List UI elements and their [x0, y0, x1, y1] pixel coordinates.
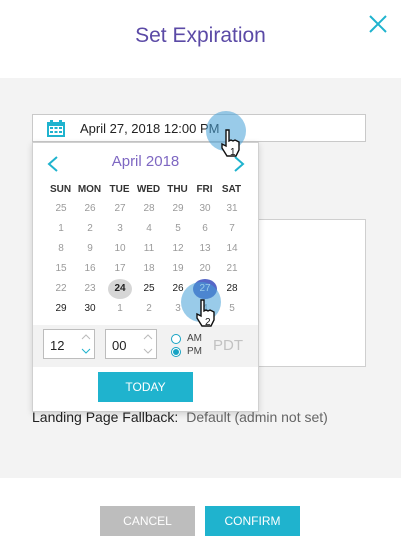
- calendar-day[interactable]: 1: [49, 219, 73, 239]
- calendar-day[interactable]: 30: [78, 299, 102, 319]
- calendar-day[interactable]: 6: [193, 219, 217, 239]
- pm-radio[interactable]: [171, 347, 181, 357]
- calendar-day[interactable]: 17: [108, 259, 132, 279]
- calendar-day[interactable]: 4: [137, 219, 161, 239]
- calendar-day[interactable]: 5: [220, 299, 244, 319]
- calendar-day[interactable]: 20: [193, 259, 217, 279]
- hour-value: 12: [50, 338, 65, 353]
- expiration-date-value: April 27, 2018 12:00 PM: [80, 121, 220, 136]
- weekday-label: WED: [136, 184, 161, 195]
- calendar-day[interactable]: 25: [49, 199, 73, 219]
- am-radio[interactable]: [171, 334, 181, 344]
- calendar-day[interactable]: 2: [137, 299, 161, 319]
- weekday-label: SAT: [221, 184, 242, 195]
- calendar-day[interactable]: 31: [220, 199, 244, 219]
- calendar-day[interactable]: 11: [137, 239, 161, 259]
- calendar-day[interactable]: 30: [193, 199, 217, 219]
- calendar-day[interactable]: 16: [78, 259, 102, 279]
- calendar-day[interactable]: 28: [137, 199, 161, 219]
- modal-footer: [0, 478, 401, 560]
- calendar-day[interactable]: 25: [137, 279, 161, 299]
- minute-stepper[interactable]: 00: [105, 329, 157, 359]
- calendar-day[interactable]: 29: [166, 199, 190, 219]
- weekday-label: MON: [77, 184, 102, 195]
- calendar-day[interactable]: 12: [166, 239, 190, 259]
- hand-cursor-icon: 1: [221, 129, 240, 158]
- calendar-day-today[interactable]: 24: [108, 279, 132, 299]
- calendar-day[interactable]: 26: [78, 199, 102, 219]
- am-label: AM: [187, 333, 202, 344]
- calendar-day[interactable]: 23: [78, 279, 102, 299]
- chevron-down-icon[interactable]: [81, 347, 91, 355]
- calendar-day[interactable]: 28: [220, 279, 244, 299]
- weekday-label: FRI: [196, 184, 213, 195]
- calendar-day[interactable]: 10: [108, 239, 132, 259]
- calendar-day[interactable]: 29: [49, 299, 73, 319]
- step-number: 2: [205, 317, 211, 328]
- calendar-day[interactable]: 15: [49, 259, 73, 279]
- date-picker: April 2018 SUN MON TUE WED THU FRI SAT 2…: [32, 142, 259, 412]
- weekday-label: TUE: [109, 184, 130, 195]
- calendar-day[interactable]: 9: [78, 239, 102, 259]
- calendar-day[interactable]: 22: [49, 279, 73, 299]
- calendar-icon: [47, 120, 65, 137]
- chevron-down-icon[interactable]: [143, 347, 153, 355]
- calendar-day[interactable]: 21: [220, 259, 244, 279]
- calendar-day[interactable]: 8: [49, 239, 73, 259]
- weekday-label: THU: [167, 184, 188, 195]
- modal-header: Set Expiration: [0, 0, 401, 78]
- pm-label: PM: [187, 346, 202, 357]
- minute-value: 00: [112, 338, 127, 353]
- calendar-day[interactable]: 13: [193, 239, 217, 259]
- calendar-day[interactable]: 14: [220, 239, 244, 259]
- timezone-label: PDT: [213, 337, 243, 354]
- calendar-day[interactable]: 19: [166, 259, 190, 279]
- modal-title: Set Expiration: [135, 24, 266, 47]
- chevron-up-icon[interactable]: [143, 333, 153, 341]
- hour-stepper[interactable]: 12: [43, 329, 95, 359]
- calendar-day[interactable]: 2: [78, 219, 102, 239]
- calendar-day[interactable]: 18: [137, 259, 161, 279]
- expiration-date-input[interactable]: April 27, 2018 12:00 PM: [32, 114, 366, 142]
- close-icon[interactable]: [364, 10, 392, 38]
- step-number: 1: [230, 147, 236, 158]
- calendar-day[interactable]: 7: [220, 219, 244, 239]
- cancel-button[interactable]: CANCEL: [100, 506, 195, 536]
- today-button[interactable]: TODAY: [98, 372, 193, 402]
- chevron-up-icon[interactable]: [81, 333, 91, 341]
- calendar-day[interactable]: 27: [108, 199, 132, 219]
- weekday-label: SUN: [49, 184, 72, 195]
- calendar-day[interactable]: 5: [166, 219, 190, 239]
- calendar-day[interactable]: 1: [108, 299, 132, 319]
- confirm-button[interactable]: CONFIRM: [205, 506, 300, 536]
- calendar-day[interactable]: 3: [108, 219, 132, 239]
- hand-cursor-icon: 2: [196, 299, 215, 328]
